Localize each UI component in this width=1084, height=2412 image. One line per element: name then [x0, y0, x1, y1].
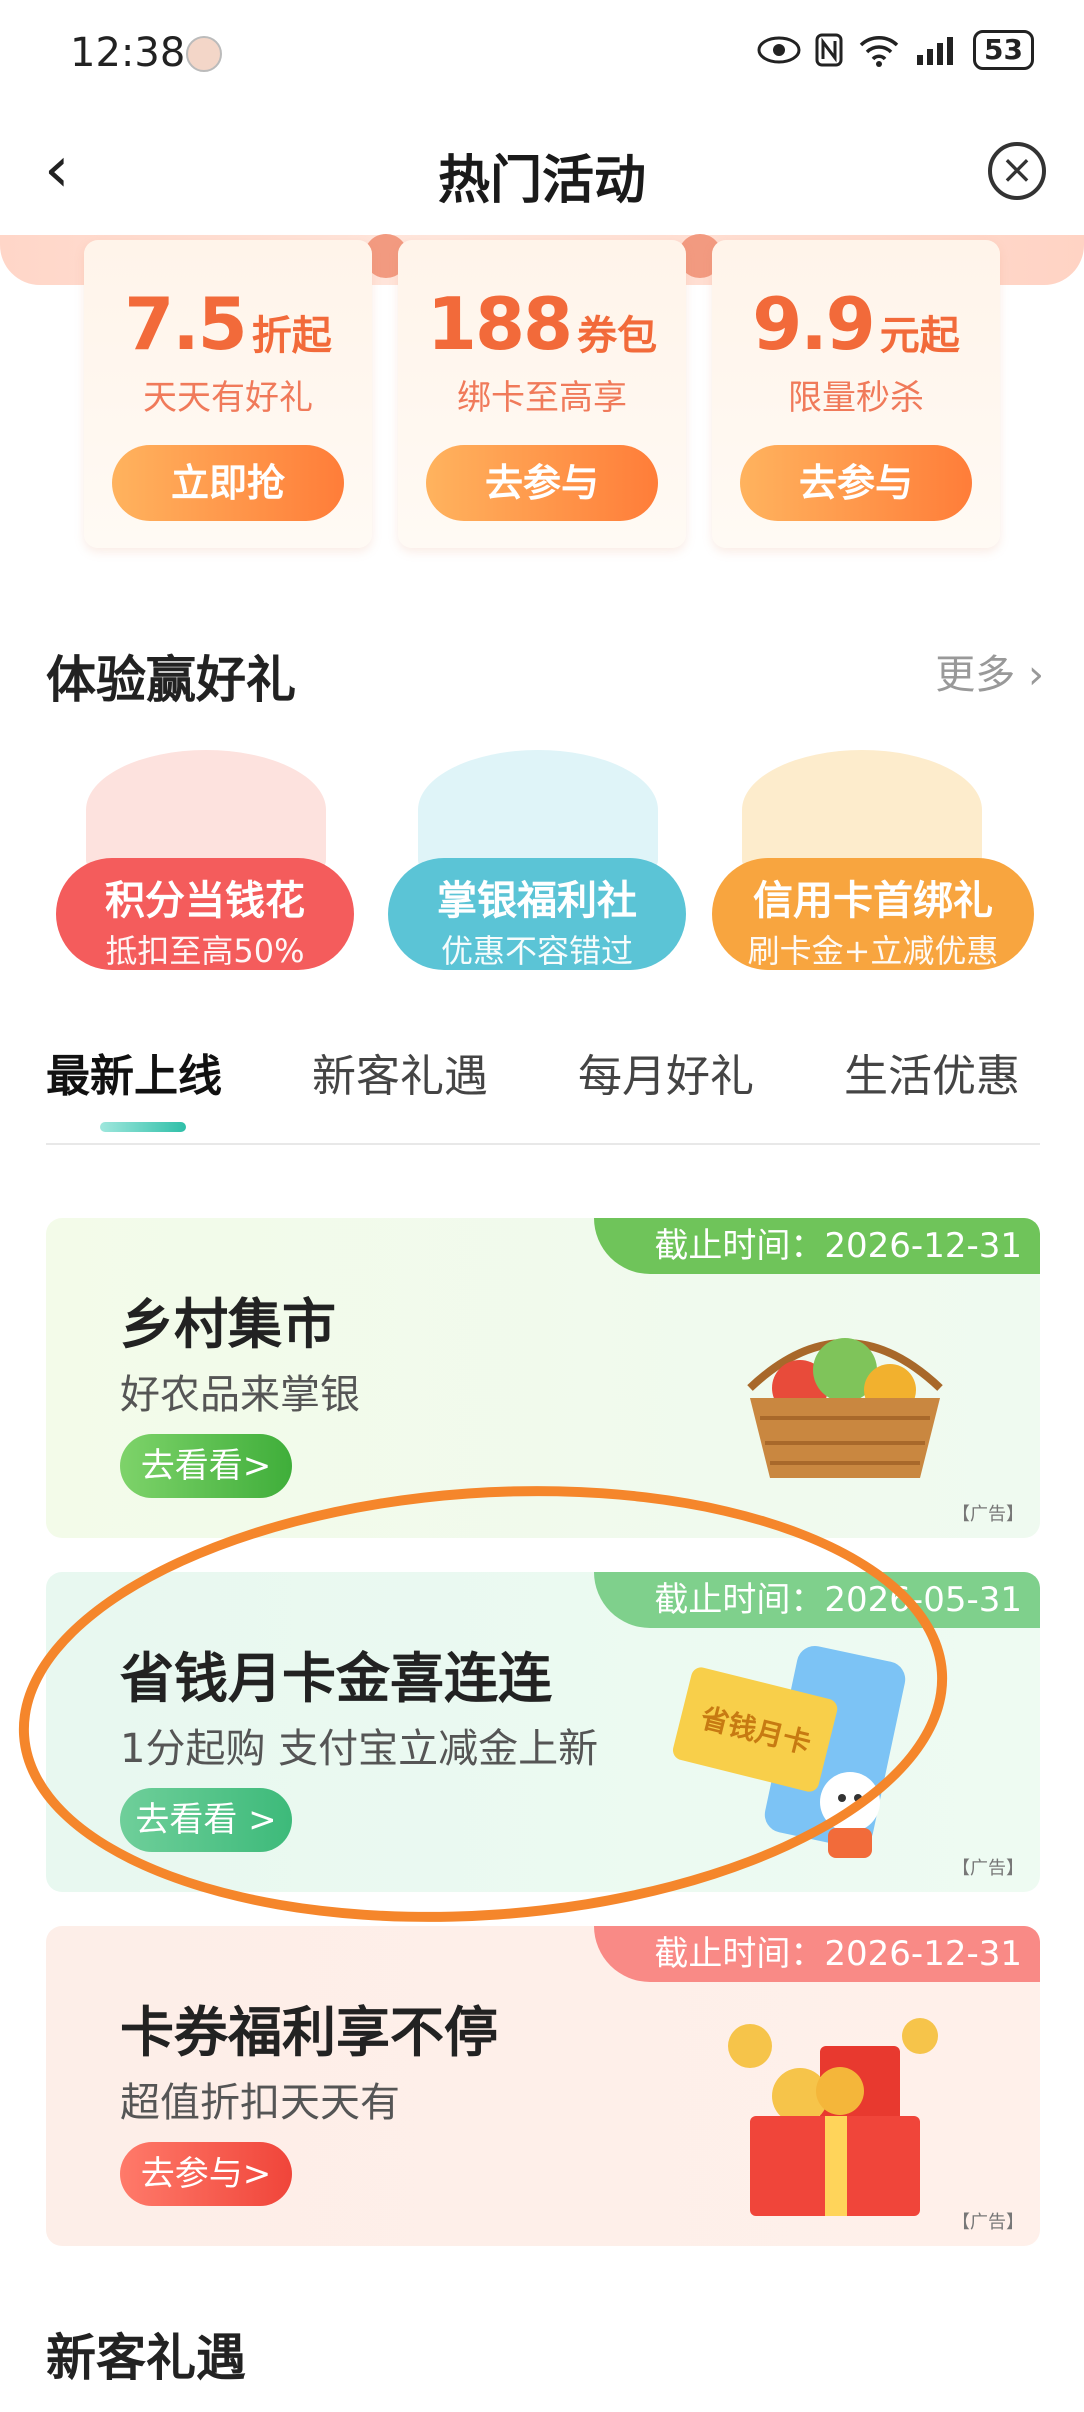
gift-box-icon: [728, 2018, 938, 2216]
card-title: 卡券福利享不停: [120, 2001, 498, 2064]
promo-card[interactable]: 188 券包 绑卡至高享 去参与: [398, 240, 686, 548]
tab-indicator: [100, 1122, 186, 1132]
experience-card-credit[interactable]: 信用卡首绑礼 刷卡金+立减优惠: [712, 750, 1034, 970]
promo-card[interactable]: 9.9 元起 限量秒杀 去参与: [712, 240, 1000, 548]
tab-new-customer[interactable]: 新客礼遇: [312, 1040, 488, 1104]
experience-card-subtitle: 抵扣至高50%: [105, 932, 305, 970]
join-button[interactable]: 去参与>: [120, 2142, 292, 2206]
activity-card-coupons[interactable]: 截止时间：2026-12-31 卡券福利享不停 超值折扣天天有 去参与> 【广告…: [46, 1926, 1040, 2246]
promo-value: 9.9 元起: [752, 282, 960, 366]
activity-card-monthly-card[interactable]: 截止时间：2026-05-31 省钱月卡金喜连连 1分起购 支付宝立减金上新 去…: [46, 1572, 1040, 1892]
phone-card-illustration-icon: 省钱月卡: [672, 1645, 906, 1858]
status-icons: 53: [757, 30, 1034, 70]
page-title: 热门活动: [437, 151, 646, 211]
deadline-badge: 截止时间：2026-12-31: [594, 1926, 1040, 1982]
view-button[interactable]: 去看看>: [120, 1434, 292, 1498]
join-button[interactable]: 去参与: [740, 445, 972, 521]
activity-card-market[interactable]: 截止时间：2026-12-31 乡村集市 好农品来掌银 去看看> 【广告】: [46, 1218, 1040, 1538]
promo-card[interactable]: 7.5 折起 天天有好礼 立即抢: [84, 240, 372, 548]
promo-subtitle: 绑卡至高享: [457, 378, 627, 418]
experience-card-points[interactable]: 积分当钱花 抵扣至高50%: [56, 750, 354, 970]
card-title: 乡村集市: [120, 1293, 336, 1356]
experience-card-title: 积分当钱花: [105, 878, 305, 924]
card-desc: 超值折扣天天有: [120, 2080, 400, 2126]
section-title-experience: 体验赢好礼: [46, 651, 296, 709]
promo-value: 188 券包: [426, 282, 658, 366]
card-desc: 1分起购 支付宝立减金上新: [120, 1726, 599, 1772]
battery-icon: 53: [973, 30, 1034, 70]
close-button[interactable]: ×: [988, 142, 1046, 200]
ad-label: 【广告】: [952, 1504, 1024, 1525]
vegetable-basket-icon: [747, 1338, 943, 1478]
section-title-new-customer: 新客礼遇: [46, 2329, 246, 2387]
gift-illustration-icon: [86, 750, 326, 870]
mascot-illustration-icon: [742, 750, 982, 870]
join-button[interactable]: 去参与: [426, 445, 658, 521]
promo-subtitle: 天天有好礼: [143, 378, 313, 418]
wifi-icon: [859, 36, 899, 67]
experience-card-subtitle: 优惠不容错过: [440, 932, 633, 970]
tab-latest[interactable]: 最新上线: [46, 1040, 222, 1104]
nfc-icon: [815, 33, 843, 67]
tab-life[interactable]: 生活优惠: [844, 1040, 1020, 1104]
status-bar: 12:38 53: [0, 0, 1084, 110]
view-button[interactable]: 去看看 >: [120, 1788, 292, 1852]
notification-avatar-icon: [186, 36, 222, 72]
card-illustration-icon: [418, 750, 658, 870]
clock: 12:38: [70, 30, 186, 76]
promo-subtitle: 限量秒杀: [788, 378, 924, 418]
ad-label: 【广告】: [952, 1858, 1024, 1879]
grab-now-button[interactable]: 立即抢: [112, 445, 344, 521]
promo-value: 7.5 折起: [124, 282, 332, 366]
experience-card-title: 信用卡首绑礼: [753, 878, 993, 924]
chevron-right-icon: ›: [1028, 652, 1044, 698]
ad-label: 【广告】: [952, 2212, 1024, 2233]
card-title: 省钱月卡金喜连连: [120, 1647, 552, 1710]
experience-card-welfare[interactable]: 掌银福利社 优惠不容错过: [388, 750, 686, 970]
eye-icon: [757, 36, 801, 64]
signal-icon: [917, 37, 954, 65]
divider: [46, 1143, 1040, 1145]
experience-card-subtitle: 刷卡金+立减优惠: [747, 932, 999, 970]
deadline-badge: 截止时间：2026-05-31: [594, 1572, 1040, 1628]
card-desc: 好农品来掌银: [120, 1372, 360, 1418]
deadline-badge: 截止时间：2026-12-31: [594, 1218, 1040, 1274]
tab-monthly[interactable]: 每月好礼: [578, 1040, 754, 1104]
more-link[interactable]: 更多 ›: [935, 642, 1044, 700]
experience-card-title: 掌银福利社: [437, 878, 637, 924]
